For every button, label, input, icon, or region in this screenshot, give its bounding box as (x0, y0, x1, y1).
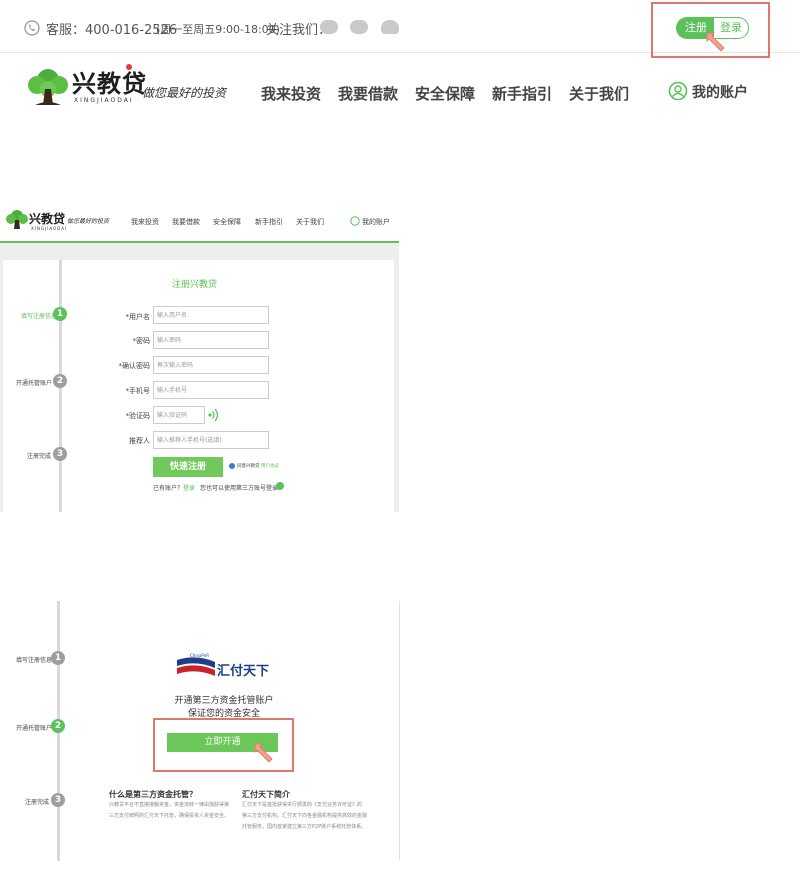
step3-label: 注册完成 (27, 453, 52, 460)
login-link[interactable]: 登录 (183, 483, 195, 492)
register-title: 注册兴教贷 (172, 280, 218, 290)
sound-captcha-icon[interactable] (207, 407, 219, 423)
qq-icon[interactable] (381, 20, 399, 34)
step1-dot: 1 (53, 307, 67, 321)
logo-subtext: XINGJIAODAI (74, 97, 134, 104)
confirm-password-field[interactable]: 再次输入密码 (153, 356, 269, 374)
pointer-cursor-icon (706, 32, 725, 52)
have-account-text: 已有账户？ (153, 485, 184, 492)
s2-nav-security[interactable]: 安全保障 (213, 217, 241, 227)
logo-small-subtext: XINGJIAODAI (31, 226, 68, 231)
step1-label: 填写注册信息 (21, 313, 58, 320)
faq1-line-1: 兴教贷平台不直接接触资金，资金流转一律由独获得第 (109, 802, 230, 808)
password-label: *密码 (132, 337, 151, 345)
pointer-cursor-icon-2 (254, 743, 273, 763)
s2-nav-invest[interactable]: 我来投资 (131, 217, 159, 227)
referrer-label: 推荐人 (129, 437, 150, 445)
nav-borrow[interactable]: 我要借款 (338, 83, 398, 104)
wechat-login-icon[interactable] (276, 482, 284, 490)
s2-nav-about[interactable]: 关于我们 (296, 217, 324, 227)
agreement-link[interactable]: 用户协议 (261, 463, 279, 469)
nav-guide[interactable]: 新手指引 (492, 83, 552, 104)
captcha-label: *验证码 (125, 412, 151, 420)
custody-step1-label: 填写注册信息 (16, 657, 53, 664)
s2-nav-borrow[interactable]: 我要借款 (172, 217, 200, 227)
step2-dot: 2 (53, 374, 67, 388)
faq2-line-2: 第三方支付机构。汇付天下向各金融机构提供高效的金融 (242, 813, 368, 819)
phone-label: *手机号 (125, 387, 151, 395)
service-hours: (周一至周五9:00-18:00) (156, 23, 280, 36)
phone-field[interactable]: 输入手机号 (153, 381, 269, 399)
custody-headline-1: 开通第三方资金托管账户 (174, 696, 274, 706)
wechat-icon[interactable] (320, 20, 338, 34)
s2-my-account[interactable]: 我的账户 (362, 217, 390, 227)
phone-icon (24, 20, 40, 36)
custody-divider (399, 601, 400, 861)
step2-label: 开通托管账户 (16, 380, 53, 387)
password-field[interactable]: 输入密码 (153, 331, 269, 349)
faq2-line-3: 托管服务，国内首家建立第三方P2P账户系统托管体系。 (242, 824, 367, 830)
slogan-small: 做您最好的投资 (67, 218, 110, 225)
brand-name: 汇付天下 (217, 664, 270, 679)
tree-logo-small-icon (6, 210, 28, 229)
custody-step3-dot: 3 (51, 793, 65, 807)
logo-small-text: 兴教贷 (29, 212, 66, 226)
step3-dot: 3 (53, 447, 67, 461)
referrer-field[interactable]: 输入推荐人手机号(选填) (153, 431, 269, 449)
tree-logo-icon (28, 69, 68, 105)
brand-small-text: ChinaPnR (190, 653, 210, 658)
user-icon[interactable] (668, 81, 688, 101)
username-label: *用户名 (125, 313, 151, 321)
chinapnr-logo-icon (177, 657, 215, 676)
faq1-line-2: 三方支付牌照的汇付天下托管，确保投资人资金安全。 (109, 813, 230, 819)
agree-checkbox[interactable] (229, 463, 235, 469)
faq2-line-1: 汇付天下是首批获得央行颁发的《支付业务许可证》的 (242, 802, 363, 808)
username-field[interactable]: 输入用户名 (153, 306, 269, 324)
confirm-password-label: *确认密码 (118, 362, 151, 370)
custody-step2-dot: 2 (51, 719, 65, 733)
agree-text: 同意兴教贷 (237, 464, 260, 469)
nav-about[interactable]: 关于我们 (569, 83, 629, 104)
logo-text: 兴教贷 (72, 70, 147, 98)
s2-nav-guide[interactable]: 新手指引 (255, 217, 283, 227)
logo-dot-icon (126, 64, 132, 70)
nav-invest[interactable]: 我来投资 (261, 83, 321, 104)
custody-step2-label: 开通托管账户 (16, 725, 53, 732)
s2-user-icon[interactable] (350, 216, 360, 226)
my-account-link[interactable]: 我的账户 (692, 82, 748, 102)
faq1-title: 什么是第三方资金托管？ (109, 790, 197, 799)
weibo-icon[interactable] (350, 20, 368, 34)
custody-step3-label: 注册完成 (25, 799, 50, 806)
faq2-title: 汇付天下简介 (242, 790, 290, 799)
third-party-text: 您也可以使用第三方账号登录 (200, 485, 279, 492)
nav-security[interactable]: 安全保障 (415, 83, 475, 104)
slogan: 做您最好的投资 (142, 86, 227, 100)
captcha-field[interactable]: 输入验证码 (153, 406, 205, 424)
quick-register-button[interactable]: 快速注册 (153, 457, 223, 477)
custody-step1-dot: 1 (51, 651, 65, 665)
